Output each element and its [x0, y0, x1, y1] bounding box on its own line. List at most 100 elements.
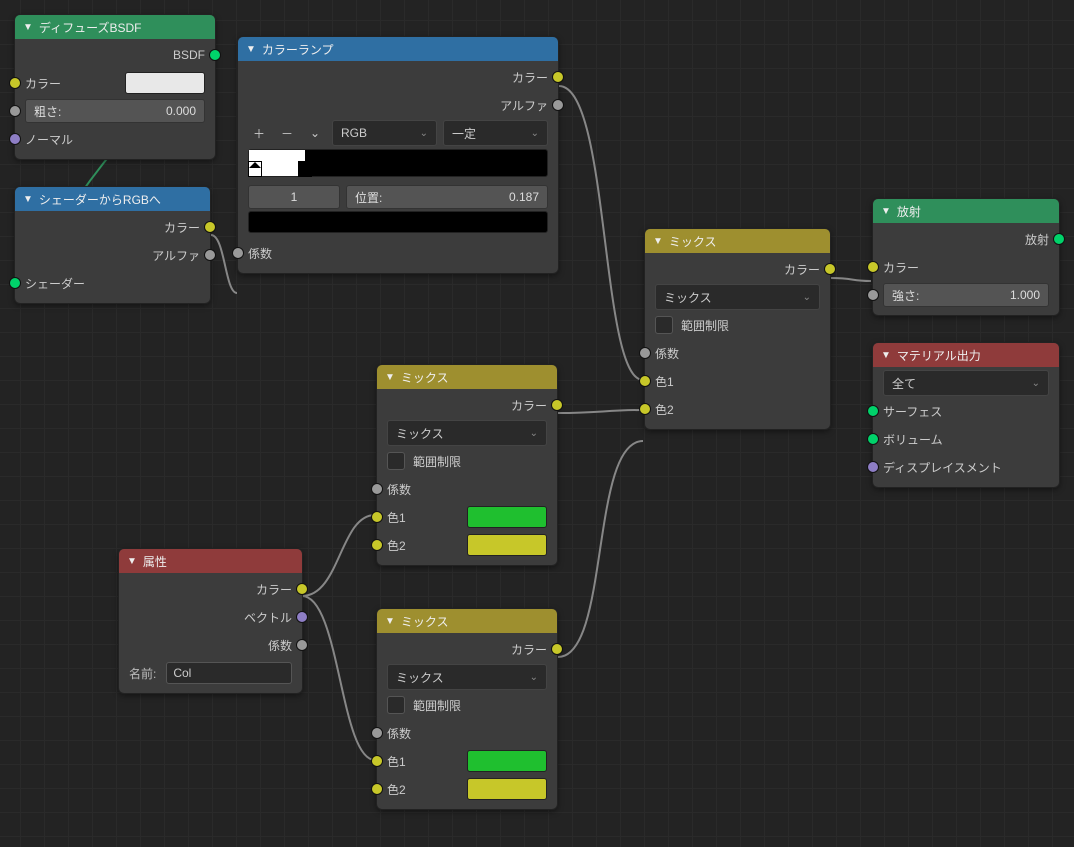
node-header[interactable]: ▼ カラーランプ	[238, 37, 558, 61]
node-mix-top[interactable]: ▼ ミックス カラー ミックス⌄ 範囲制限 係数 色1 色2	[644, 228, 831, 430]
collapse-toggle-icon[interactable]: ▼	[385, 616, 395, 627]
clamp-checkbox[interactable]	[655, 316, 673, 334]
node-header[interactable]: ▼ ミックス	[645, 229, 830, 253]
socket-displacement-in[interactable]	[867, 461, 879, 473]
socket-fac-in[interactable]	[639, 347, 651, 359]
node-header[interactable]: ▼ ミックス	[377, 609, 557, 633]
socket-alpha-out[interactable]	[552, 99, 564, 111]
output-label-color: カラー	[164, 219, 200, 236]
node-emission[interactable]: ▼ 放射 放射 カラー 強さ: 1.000	[872, 198, 1060, 316]
node-shader-to-rgb[interactable]: ▼ シェーダーからRGBへ カラー アルファ シェーダー	[14, 186, 211, 304]
input-label-color1: 色1	[655, 373, 674, 390]
socket-bsdf-out[interactable]	[209, 49, 221, 61]
node-attribute[interactable]: ▼ 属性 カラー ベクトル 係数 名前: Col	[118, 548, 303, 694]
attribute-name-input[interactable]: Col	[166, 662, 292, 684]
socket-color2-in[interactable]	[639, 403, 651, 415]
socket-color-in[interactable]	[867, 261, 879, 273]
stop-menu-button[interactable]: ⌄	[304, 122, 326, 144]
blend-mode-dropdown[interactable]: ミックス⌄	[387, 420, 547, 446]
collapse-toggle-icon[interactable]: ▼	[246, 44, 256, 55]
node-header[interactable]: ▼ シェーダーからRGBへ	[15, 187, 210, 211]
clamp-checkbox[interactable]	[387, 452, 405, 470]
chevron-down-icon: ⌄	[530, 428, 538, 439]
socket-color-out[interactable]	[552, 71, 564, 83]
socket-color2-in[interactable]	[371, 539, 383, 551]
node-mix-1[interactable]: ▼ ミックス カラー ミックス⌄ 範囲制限 係数 色1 色2	[376, 364, 558, 566]
stop-position-field[interactable]: 位置: 0.187	[346, 185, 548, 209]
collapse-toggle-icon[interactable]: ▼	[385, 372, 395, 383]
input-label-color: カラー	[883, 259, 919, 276]
socket-strength-in[interactable]	[867, 289, 879, 301]
color2-swatch[interactable]	[467, 534, 547, 556]
node-title: ミックス	[401, 369, 449, 386]
chevron-down-icon: ⌄	[803, 292, 811, 303]
collapse-toggle-icon[interactable]: ▼	[653, 236, 663, 247]
stop-color-swatch[interactable]	[248, 211, 548, 233]
socket-color-out[interactable]	[824, 263, 836, 275]
socket-fac-in[interactable]	[371, 727, 383, 739]
node-header[interactable]: ▼ ミックス	[377, 365, 557, 389]
target-dropdown[interactable]: 全て⌄	[883, 370, 1049, 396]
stop-index-field[interactable]: 1	[248, 185, 340, 209]
socket-color1-in[interactable]	[371, 755, 383, 767]
add-stop-button[interactable]: ＋	[248, 122, 270, 144]
collapse-toggle-icon[interactable]: ▼	[881, 206, 891, 217]
socket-roughness-in[interactable]	[9, 105, 21, 117]
socket-volume-in[interactable]	[867, 433, 879, 445]
roughness-field[interactable]: 粗さ: 0.000	[25, 99, 205, 123]
socket-fac-in[interactable]	[371, 483, 383, 495]
node-mix-2[interactable]: ▼ ミックス カラー ミックス⌄ 範囲制限 係数 色1 色2	[376, 608, 558, 810]
chevron-down-icon: ⌄	[530, 672, 538, 683]
blend-mode-dropdown[interactable]: ミックス⌄	[655, 284, 820, 310]
node-title: ディフューズBSDF	[39, 19, 142, 36]
node-color-ramp[interactable]: ▼ カラーランプ カラー アルファ ＋ － ⌄ RGB⌄ 一定⌄	[237, 36, 559, 274]
node-header[interactable]: ▼ 放射	[873, 199, 1059, 223]
socket-color-out[interactable]	[296, 583, 308, 595]
socket-normal-in[interactable]	[9, 133, 21, 145]
input-label-color1: 色1	[387, 509, 406, 526]
collapse-toggle-icon[interactable]: ▼	[23, 194, 33, 205]
color-mode-dropdown[interactable]: RGB⌄	[332, 120, 437, 146]
node-title: マテリアル出力	[897, 347, 981, 364]
socket-surface-in[interactable]	[867, 405, 879, 417]
collapse-toggle-icon[interactable]: ▼	[127, 556, 137, 567]
socket-color-out[interactable]	[551, 643, 563, 655]
socket-vector-out[interactable]	[296, 611, 308, 623]
output-label-color: カラー	[511, 397, 547, 414]
collapse-toggle-icon[interactable]: ▼	[881, 350, 891, 361]
socket-color-out[interactable]	[551, 399, 563, 411]
color1-swatch[interactable]	[467, 750, 547, 772]
node-material-output[interactable]: ▼ マテリアル出力 全て⌄ サーフェス ボリューム ディスプレイスメント	[872, 342, 1060, 488]
node-diffuse-bsdf[interactable]: ▼ ディフューズBSDF BSDF カラー 粗さ: 0.000 ノーマル	[14, 14, 216, 160]
socket-alpha-out[interactable]	[204, 249, 216, 261]
color1-swatch[interactable]	[467, 506, 547, 528]
output-label-vector: ベクトル	[244, 609, 292, 626]
remove-stop-button[interactable]: －	[276, 122, 298, 144]
socket-fac-in[interactable]	[232, 247, 244, 259]
color-stop-0[interactable]	[248, 161, 262, 177]
node-header[interactable]: ▼ ディフューズBSDF	[15, 15, 215, 39]
color-stop-1[interactable]	[298, 161, 312, 177]
color2-swatch[interactable]	[467, 778, 547, 800]
socket-shader-in[interactable]	[9, 277, 21, 289]
socket-color1-in[interactable]	[371, 511, 383, 523]
color-swatch[interactable]	[125, 72, 205, 94]
strength-field[interactable]: 強さ: 1.000	[883, 283, 1049, 307]
socket-color1-in[interactable]	[639, 375, 651, 387]
socket-color-out[interactable]	[204, 221, 216, 233]
socket-emission-out[interactable]	[1053, 233, 1065, 245]
socket-color2-in[interactable]	[371, 783, 383, 795]
socket-color-in[interactable]	[9, 77, 21, 89]
color-ramp-gradient[interactable]	[248, 149, 548, 177]
blend-mode-dropdown[interactable]: ミックス⌄	[387, 664, 547, 690]
input-label-factor: 係数	[387, 725, 411, 742]
socket-fac-out[interactable]	[296, 639, 308, 651]
clamp-checkbox[interactable]	[387, 696, 405, 714]
output-label-factor: 係数	[268, 637, 292, 654]
interpolation-dropdown[interactable]: 一定⌄	[443, 120, 548, 146]
input-label-factor: 係数	[655, 345, 679, 362]
node-header[interactable]: ▼ マテリアル出力	[873, 343, 1059, 367]
input-label-color2: 色2	[655, 401, 674, 418]
node-header[interactable]: ▼ 属性	[119, 549, 302, 573]
collapse-toggle-icon[interactable]: ▼	[23, 22, 33, 33]
